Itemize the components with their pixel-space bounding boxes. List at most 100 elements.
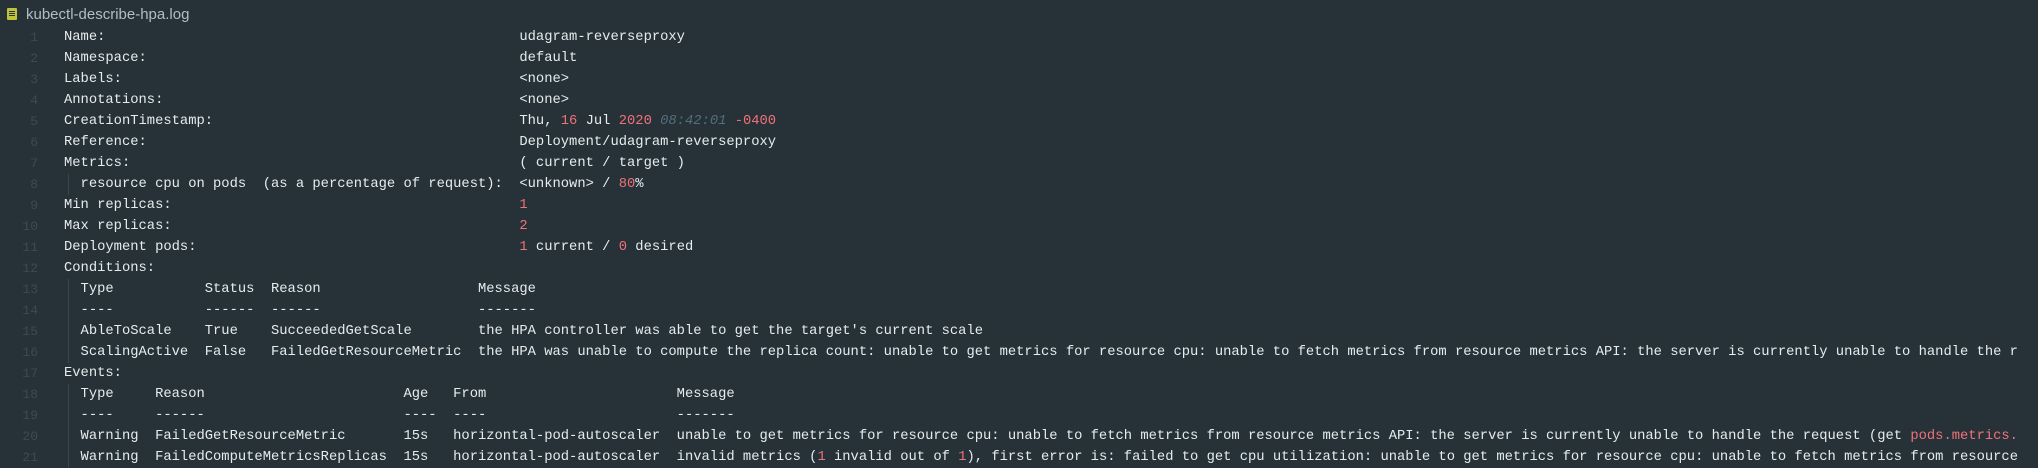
text-token: Type Status Reason Message — [64, 282, 536, 297]
line-text: ---- ------ ---- ---- ------- — [64, 405, 2038, 426]
text-token: Labels: <none> — [64, 72, 570, 87]
text-token: ---- ------ ---- ---- ------- — [64, 408, 735, 423]
code-line[interactable]: 6 Reference: Deployment/udagram-reversepr… — [0, 132, 2038, 153]
line-text: CreationTimestamp: Thu, 16 Jul 2020 08:4… — [64, 111, 2038, 132]
indent-guide — [68, 174, 69, 195]
highlighted-token: -0400 — [734, 114, 777, 129]
code-editor[interactable]: 1 Name: udagram-reverseproxy 2 Namespace: d… — [0, 27, 2038, 468]
line-number: 4 — [30, 93, 38, 108]
line-number: 11 — [22, 240, 38, 255]
code-line[interactable]: 5 CreationTimestamp: Thu, 16 Jul 2020 08:… — [0, 111, 2038, 132]
text-token: Reference: Deployment/udagram-reversepro… — [64, 135, 777, 150]
line-number: 3 — [30, 72, 38, 87]
line-number: 21 — [22, 450, 38, 465]
highlighted-token: 2020 — [618, 114, 652, 129]
indent-guide — [68, 279, 69, 300]
line-number: 15 — [22, 324, 38, 339]
line-number: 7 — [30, 156, 38, 171]
line-number: 13 — [22, 282, 38, 297]
text-token: Annotations: <none> — [64, 93, 570, 108]
line-text: Annotations: <none> — [64, 90, 2038, 111]
text-token: invalid out of — [825, 450, 959, 465]
highlighted-token: 0 — [618, 240, 628, 255]
code-line[interactable]: 2 Namespace: default — [0, 48, 2038, 69]
text-token: Namespace: default — [64, 51, 578, 66]
text-token: Jul — [577, 114, 619, 129]
line-number: 8 — [30, 177, 38, 192]
line-text: AbleToScale True SucceededGetScale the H… — [64, 321, 2038, 342]
code-line[interactable]: 7 Metrics: ( current / target ) — [0, 153, 2038, 174]
indent-guide — [68, 342, 69, 363]
code-line[interactable]: 18 Type Reason Age From Message — [0, 384, 2038, 405]
code-line[interactable]: 11 Deployment pods: 1 current / 0 desired — [0, 237, 2038, 258]
line-number: 16 — [22, 345, 38, 360]
text-token: current / — [527, 240, 619, 255]
code-line[interactable]: 10 Max replicas: 2 — [0, 216, 2038, 237]
line-text: Reference: Deployment/udagram-reversepro… — [64, 132, 2038, 153]
line-number: 2 — [30, 51, 38, 66]
line-number: 19 — [22, 408, 38, 423]
line-text: Metrics: ( current / target ) — [64, 153, 2038, 174]
line-number: 17 — [22, 366, 38, 381]
text-token: Name: udagram-reverseproxy — [64, 30, 685, 45]
line-text: ScalingActive False FailedGetResourceMet… — [64, 342, 2038, 363]
code-line[interactable]: 8 resource cpu on pods (as a percentage … — [0, 174, 2038, 195]
text-token: resource cpu on pods (as a percentage of… — [64, 177, 619, 192]
indent-guide — [68, 405, 69, 426]
code-line[interactable]: 19 ---- ------ ---- ---- ------- — [0, 405, 2038, 426]
highlighted-token: 16 — [560, 114, 578, 129]
code-line[interactable]: 1 Name: udagram-reverseproxy — [0, 27, 2038, 48]
line-number: 14 — [22, 303, 38, 318]
text-token: % — [635, 177, 644, 192]
indent-guide — [68, 321, 69, 342]
code-line[interactable]: 20 Warning FailedGetResourceMetric 15s h… — [0, 426, 2038, 447]
text-token: Conditions: — [64, 261, 156, 276]
text-token: AbleToScale True SucceededGetScale the H… — [64, 324, 984, 339]
highlighted-token: 80 — [618, 177, 636, 192]
line-text: resource cpu on pods (as a percentage of… — [64, 174, 2038, 195]
highlighted-token: 1 — [519, 198, 528, 213]
log-file-icon — [7, 8, 17, 20]
code-line[interactable]: 3 Labels: <none> — [0, 69, 2038, 90]
text-token: desired — [627, 240, 694, 255]
text-token: Warning FailedGetResourceMetric 15s hori… — [64, 429, 1911, 444]
text-token: Max replicas: — [64, 219, 520, 234]
text-token: Warning FailedComputeMetricsReplicas 15s… — [64, 450, 818, 465]
line-text: Warning FailedGetResourceMetric 15s hori… — [64, 426, 2038, 447]
file-tab[interactable]: kubectl-describe-hpa.log — [0, 0, 2038, 28]
indent-guide — [68, 300, 69, 321]
line-text: Name: udagram-reverseproxy — [64, 27, 2038, 48]
line-text: Deployment pods: 1 current / 0 desired — [64, 237, 2038, 258]
code-line[interactable]: 4 Annotations: <none> — [0, 90, 2038, 111]
line-text: Conditions: — [64, 258, 2038, 279]
line-text: Max replicas: 2 — [64, 216, 2038, 237]
highlighted-token: 08:42:01 — [660, 114, 727, 129]
line-number: 18 — [22, 387, 38, 402]
text-token: ), first error is: failed to get cpu uti… — [966, 450, 2018, 465]
indent-guide — [68, 384, 69, 405]
line-text: Warning FailedComputeMetricsReplicas 15s… — [64, 447, 2038, 468]
code-line[interactable]: 12 Conditions: — [0, 258, 2038, 279]
code-line[interactable]: 13 Type Status Reason Message — [0, 279, 2038, 300]
highlighted-token: 2 — [519, 219, 528, 234]
code-line[interactable]: 15 AbleToScale True SucceededGetScale th… — [0, 321, 2038, 342]
highlighted-token: 1 — [817, 450, 826, 465]
text-token: ---- ------ ------ ------- — [64, 303, 536, 318]
line-text: Labels: <none> — [64, 69, 2038, 90]
line-number: 10 — [22, 219, 38, 234]
code-line[interactable]: 17 Events: — [0, 363, 2038, 384]
line-text: Type Status Reason Message — [64, 279, 2038, 300]
line-number: 9 — [30, 198, 38, 213]
code-line[interactable]: 9 Min replicas: 1 — [0, 195, 2038, 216]
text-token: Events: — [64, 366, 122, 381]
text-token: Type Reason Age From Message — [64, 387, 735, 402]
text-token: CreationTimestamp: Thu, — [64, 114, 561, 129]
indent-guide — [68, 426, 69, 447]
line-text: Min replicas: 1 — [64, 195, 2038, 216]
line-number: 6 — [30, 135, 38, 150]
code-line[interactable]: 14 ---- ------ ------ ------- — [0, 300, 2038, 321]
line-number: 20 — [22, 429, 38, 444]
code-line[interactable]: 21 Warning FailedComputeMetricsReplicas … — [0, 447, 2038, 468]
code-line[interactable]: 16 ScalingActive False FailedGetResource… — [0, 342, 2038, 363]
